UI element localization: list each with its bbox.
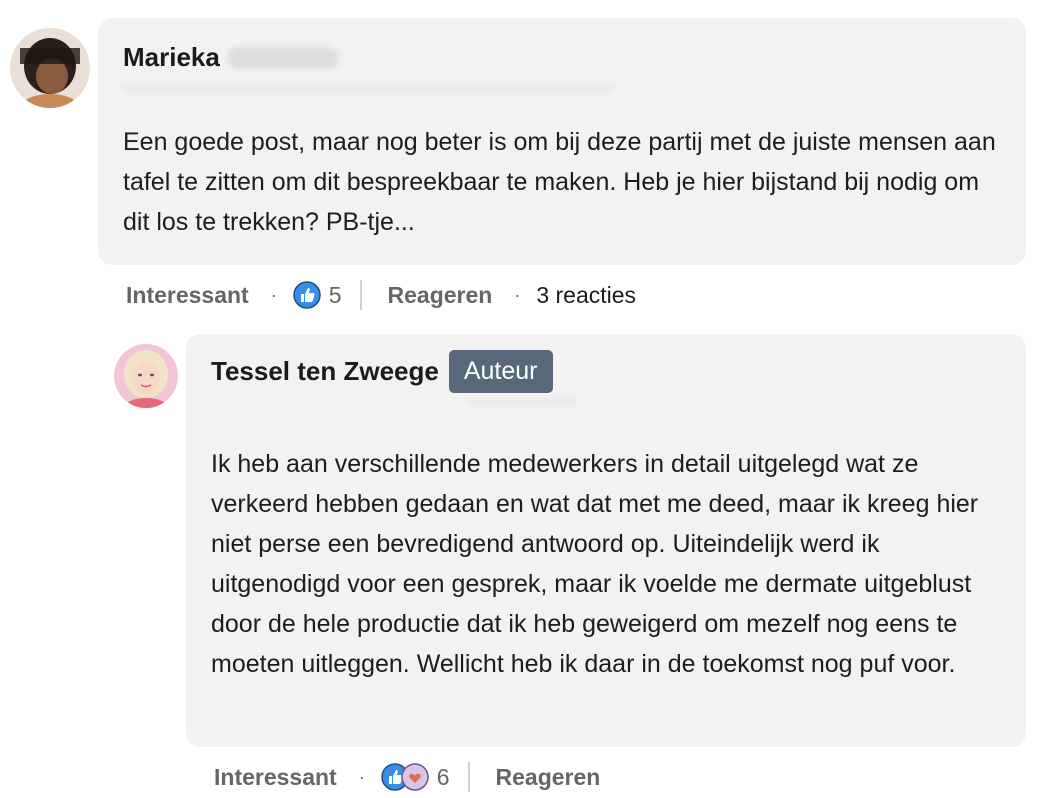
comment-bubble-marieka: Marieka Een goede post, maar nog beter i… [98,18,1026,265]
author-name[interactable]: Tessel ten Zweege [211,356,439,387]
separator-dot: · [358,766,365,787]
like-reaction-icon [292,281,321,309]
replies-count-link[interactable]: 3 reacties [536,282,636,309]
reactions-summary[interactable] [380,763,429,791]
author-subtitle-blurred [466,398,576,404]
reaction-count[interactable]: 6 [437,764,450,791]
like-button[interactable]: Interessant [214,764,337,791]
separator-dot: · [270,284,277,305]
author-name[interactable]: Marieka [123,42,220,73]
separator-dot: · [514,284,521,305]
avatar-tessel[interactable] [114,344,178,408]
author-subtitle-blurred [123,86,613,92]
comment-bubble-tessel: Tessel ten Zweege Auteur Ik heb aan vers… [186,334,1026,747]
comment-actions: Interessant · 5 Reageren · 3 reacties [126,278,636,312]
divider [467,762,470,792]
divider [359,280,362,310]
comment-text: Een goede post, maar nog beter is om bij… [123,128,996,236]
author-badge: Auteur [448,350,553,393]
reactions-summary[interactable] [292,281,321,309]
comment-text: Ik heb aan verschillende medewerkers in … [211,450,979,678]
reply-button[interactable]: Reageren [388,282,493,309]
love-reaction-icon [400,763,429,791]
blurred-surname [227,46,338,69]
avatar-marieka[interactable] [10,28,90,108]
reply-button[interactable]: Reageren [496,764,601,791]
comment-actions: Interessant · 6 Reageren [214,760,600,794]
reaction-count[interactable]: 5 [329,282,342,309]
like-button[interactable]: Interessant [126,282,249,309]
